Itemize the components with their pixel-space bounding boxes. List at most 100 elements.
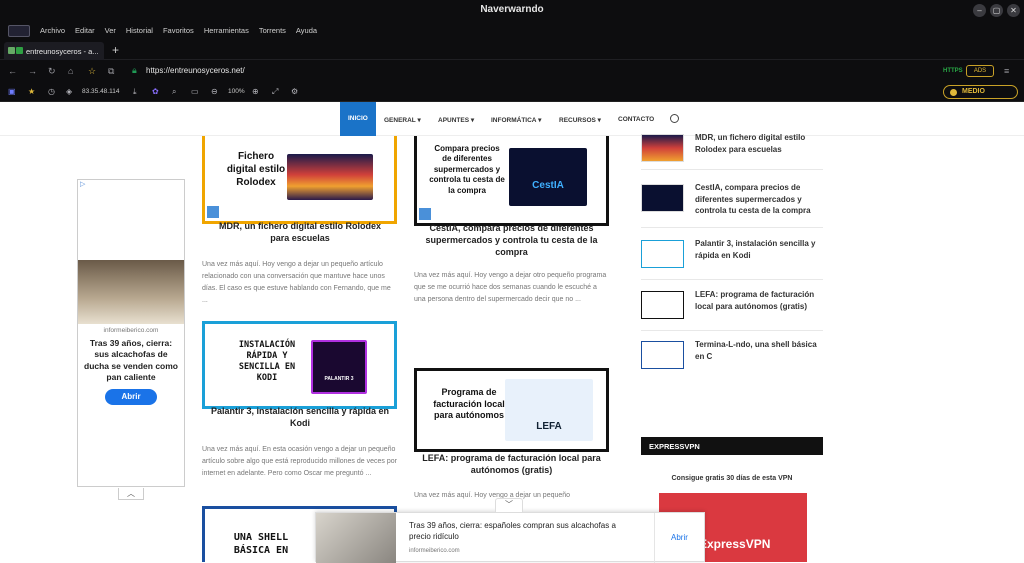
status-dot-icon	[950, 89, 957, 96]
url-text[interactable]: https://entreunosyceros.net/	[146, 66, 245, 75]
nav-recursos[interactable]: RECURSOS ▾	[559, 116, 601, 124]
nav-informatica[interactable]: INFORMÁTICA ▾	[491, 116, 541, 124]
ad-bottom-open-button[interactable]: Abrir	[671, 533, 688, 542]
home-icon[interactable]: ⌂	[68, 66, 73, 76]
ad-left[interactable]: ▷ informeiberico.com Tras 39 años, cierr…	[77, 179, 185, 487]
bookmark-star-icon[interactable]: ☆	[88, 66, 96, 77]
ad-image	[78, 260, 184, 324]
post-thumbnail-cestia[interactable]: Compara precios de diferentes supermerca…	[414, 136, 609, 226]
download-icon[interactable]: ⤓	[133, 87, 137, 97]
ad-bottom-collapse-icon[interactable]: ﹀	[495, 498, 523, 512]
settings-gear-icon[interactable]: ⚙	[291, 87, 298, 96]
ad-choices-icon[interactable]: ▷	[80, 180, 85, 188]
post-title[interactable]: MDR, un fichero digital estilo Rolodex p…	[210, 220, 390, 244]
forward-icon[interactable]: →	[28, 66, 37, 76]
menu-herramientas[interactable]: Herramientas	[204, 26, 249, 35]
post-excerpt: Una vez más aquí. En esta ocasión vengo …	[202, 446, 397, 477]
maximize-button[interactable]: ▢	[990, 4, 1003, 17]
palantir-image: PALANTIR 3	[311, 340, 367, 394]
post-title[interactable]: LEFA: programa de facturación local para…	[414, 452, 609, 476]
sidebar-post-mdr[interactable]: MDR, un fichero digital estilo Rolodex p…	[641, 130, 823, 170]
site-favicon-icon	[8, 47, 15, 54]
vpn-widget-header: EXPRESSVPN	[641, 437, 823, 455]
extensions-toolbar: ▣ ★ ◷ ◈ 83.35.48.114 ⤓ ✿ ⌕ ▭ ⊖ 100% ⊕ ⤢ …	[0, 82, 1024, 102]
shield-icon[interactable]: ◈	[66, 87, 72, 96]
post-excerpt: Una vez más aquí. Hoy vengo a dejar otro…	[414, 272, 607, 303]
search-icon[interactable]: ⌕	[172, 87, 176, 97]
menu-ver[interactable]: Ver	[105, 26, 116, 35]
new-tab-button[interactable]: +	[112, 43, 119, 57]
ads-badge[interactable]: ADS	[966, 65, 994, 77]
security-level-badge[interactable]: MEDIO	[943, 85, 1018, 99]
menu-favoritos[interactable]: Favoritos	[163, 26, 194, 35]
sidebar-thumb	[641, 240, 684, 268]
zoom-in-icon[interactable]: ⊕	[252, 87, 259, 96]
ad-bottom-headline: Tras 39 años, cierra: españoles compran …	[409, 521, 616, 541]
site-navigation: INICIO GENERAL ▾ APUNTES ▾ INFORMÁTICA ▾…	[0, 102, 1024, 136]
menu-historial[interactable]: Historial	[126, 26, 153, 35]
extension-icon[interactable]: ✿	[152, 87, 159, 96]
ad-bottom-image	[316, 513, 396, 563]
lefa-image: LEFA	[505, 379, 593, 441]
sidebar-thumb	[641, 134, 684, 162]
thumbnail-text: UNA SHELL BÁSICA EN	[233, 532, 289, 556]
tab-label: entreunosyceros - a...	[26, 47, 99, 56]
sidebar-post-shell[interactable]: Termina-L-ndo, una shell básica en C	[641, 337, 823, 377]
copy-icon[interactable]: ⧉	[108, 66, 114, 77]
tab-entreunosyceros[interactable]: entreunosyceros - a...	[4, 42, 104, 60]
nav-general[interactable]: GENERAL ▾	[384, 116, 421, 124]
search-icon[interactable]	[670, 114, 679, 123]
https-badge: HTTPS	[943, 68, 963, 74]
sidebar-post-title[interactable]: MDR, un fichero digital estilo Rolodex p…	[695, 132, 825, 155]
close-button[interactable]: ✕	[1007, 4, 1020, 17]
menu-torrents[interactable]: Torrents	[259, 26, 286, 35]
window-titlebar: Naverwarndo – ▢ ✕	[0, 0, 1024, 22]
sidebar-post-palantir[interactable]: Palantir 3, instalación sencilla y rápid…	[641, 236, 823, 280]
fullscreen-icon[interactable]: ⤢	[272, 87, 278, 97]
ad-open-button[interactable]: Abrir	[105, 389, 157, 405]
post-thumbnail-lefa[interactable]: Programa de facturación local para autón…	[414, 368, 609, 452]
nav-inicio[interactable]: INICIO	[340, 102, 376, 136]
ad-headline: Tras 39 años, cierra: sus alcachofas de …	[84, 338, 178, 383]
history-icon[interactable]: ◷	[48, 87, 55, 96]
nav-contacto[interactable]: CONTACTO	[618, 116, 654, 123]
sidebar-post-title[interactable]: Palantir 3, instalación sencilla y rápid…	[695, 238, 825, 261]
ad-bottom[interactable]: Tras 39 años, cierra: españoles compran …	[315, 512, 705, 563]
nav-apuntes[interactable]: APUNTES ▾	[438, 116, 474, 124]
navigation-bar: ← → ↻ ⌂ ☆ ⧉ 🔒︎ https://entreunosyceros.n…	[0, 60, 1024, 82]
post-excerpt: Una vez más aquí. Hoy vengo a dejar un p…	[202, 261, 391, 304]
sidebar-post-lefa[interactable]: LEFA: programa de facturación local para…	[641, 287, 823, 331]
screenshot-icon[interactable]: ▭	[191, 87, 199, 96]
sidebar-post-title[interactable]: Termina-L-ndo, una shell básica en C	[695, 339, 825, 362]
check-icon	[16, 47, 23, 54]
menu-icon[interactable]: ≡	[1004, 66, 1009, 76]
menu-ayuda[interactable]: Ayuda	[296, 26, 317, 35]
post-thumbnail-palantir[interactable]: INSTALACIÓN RÁPIDA Y SENCILLA EN KODI PA…	[202, 321, 397, 409]
post-thumbnail-mdr[interactable]: Fichero digital estilo Rolodex	[202, 136, 397, 224]
ad-source: informeiberico.com	[103, 327, 159, 334]
post-title[interactable]: CestIA, compara precios de diferentes su…	[414, 222, 609, 258]
minimize-button[interactable]: –	[973, 4, 986, 17]
address-bar[interactable]: 🔒︎ https://entreunosyceros.net/	[120, 63, 936, 79]
sidebar-post-title[interactable]: CestIA, compara precios de diferentes su…	[695, 182, 825, 217]
thumbnail-text: Compara precios de diferentes supermerca…	[429, 144, 505, 195]
menu-archivo[interactable]: Archivo	[40, 26, 65, 35]
category-icon	[207, 206, 219, 218]
ip-address: 83.35.48.114	[82, 88, 120, 95]
menu-editar[interactable]: Editar	[75, 26, 95, 35]
star-icon[interactable]: ★	[28, 87, 35, 96]
ad-bottom-source: informeiberico.com	[409, 548, 460, 554]
sidebar-thumb	[641, 341, 684, 369]
back-icon[interactable]: ←	[8, 66, 17, 76]
sidebar-thumb	[641, 184, 684, 212]
sidebar-post-title[interactable]: LEFA: programa de facturación local para…	[695, 289, 825, 312]
sidebar-post-cestia[interactable]: CestIA, compara precios de diferentes su…	[641, 180, 823, 228]
ad-collapse-chevron-icon[interactable]: ︿	[118, 488, 144, 500]
thumbnail-text: Fichero digital estilo Rolodex	[226, 151, 286, 188]
lock-icon: 🔒︎	[132, 65, 137, 75]
browser-logo-icon[interactable]	[8, 25, 30, 37]
post-title[interactable]: Palantir 3, instalación sencilla y rápid…	[210, 405, 390, 429]
zoom-out-icon[interactable]: ⊖	[211, 87, 218, 96]
reload-icon[interactable]: ↻	[48, 66, 56, 77]
sidebar-icon[interactable]: ▣	[8, 87, 16, 96]
